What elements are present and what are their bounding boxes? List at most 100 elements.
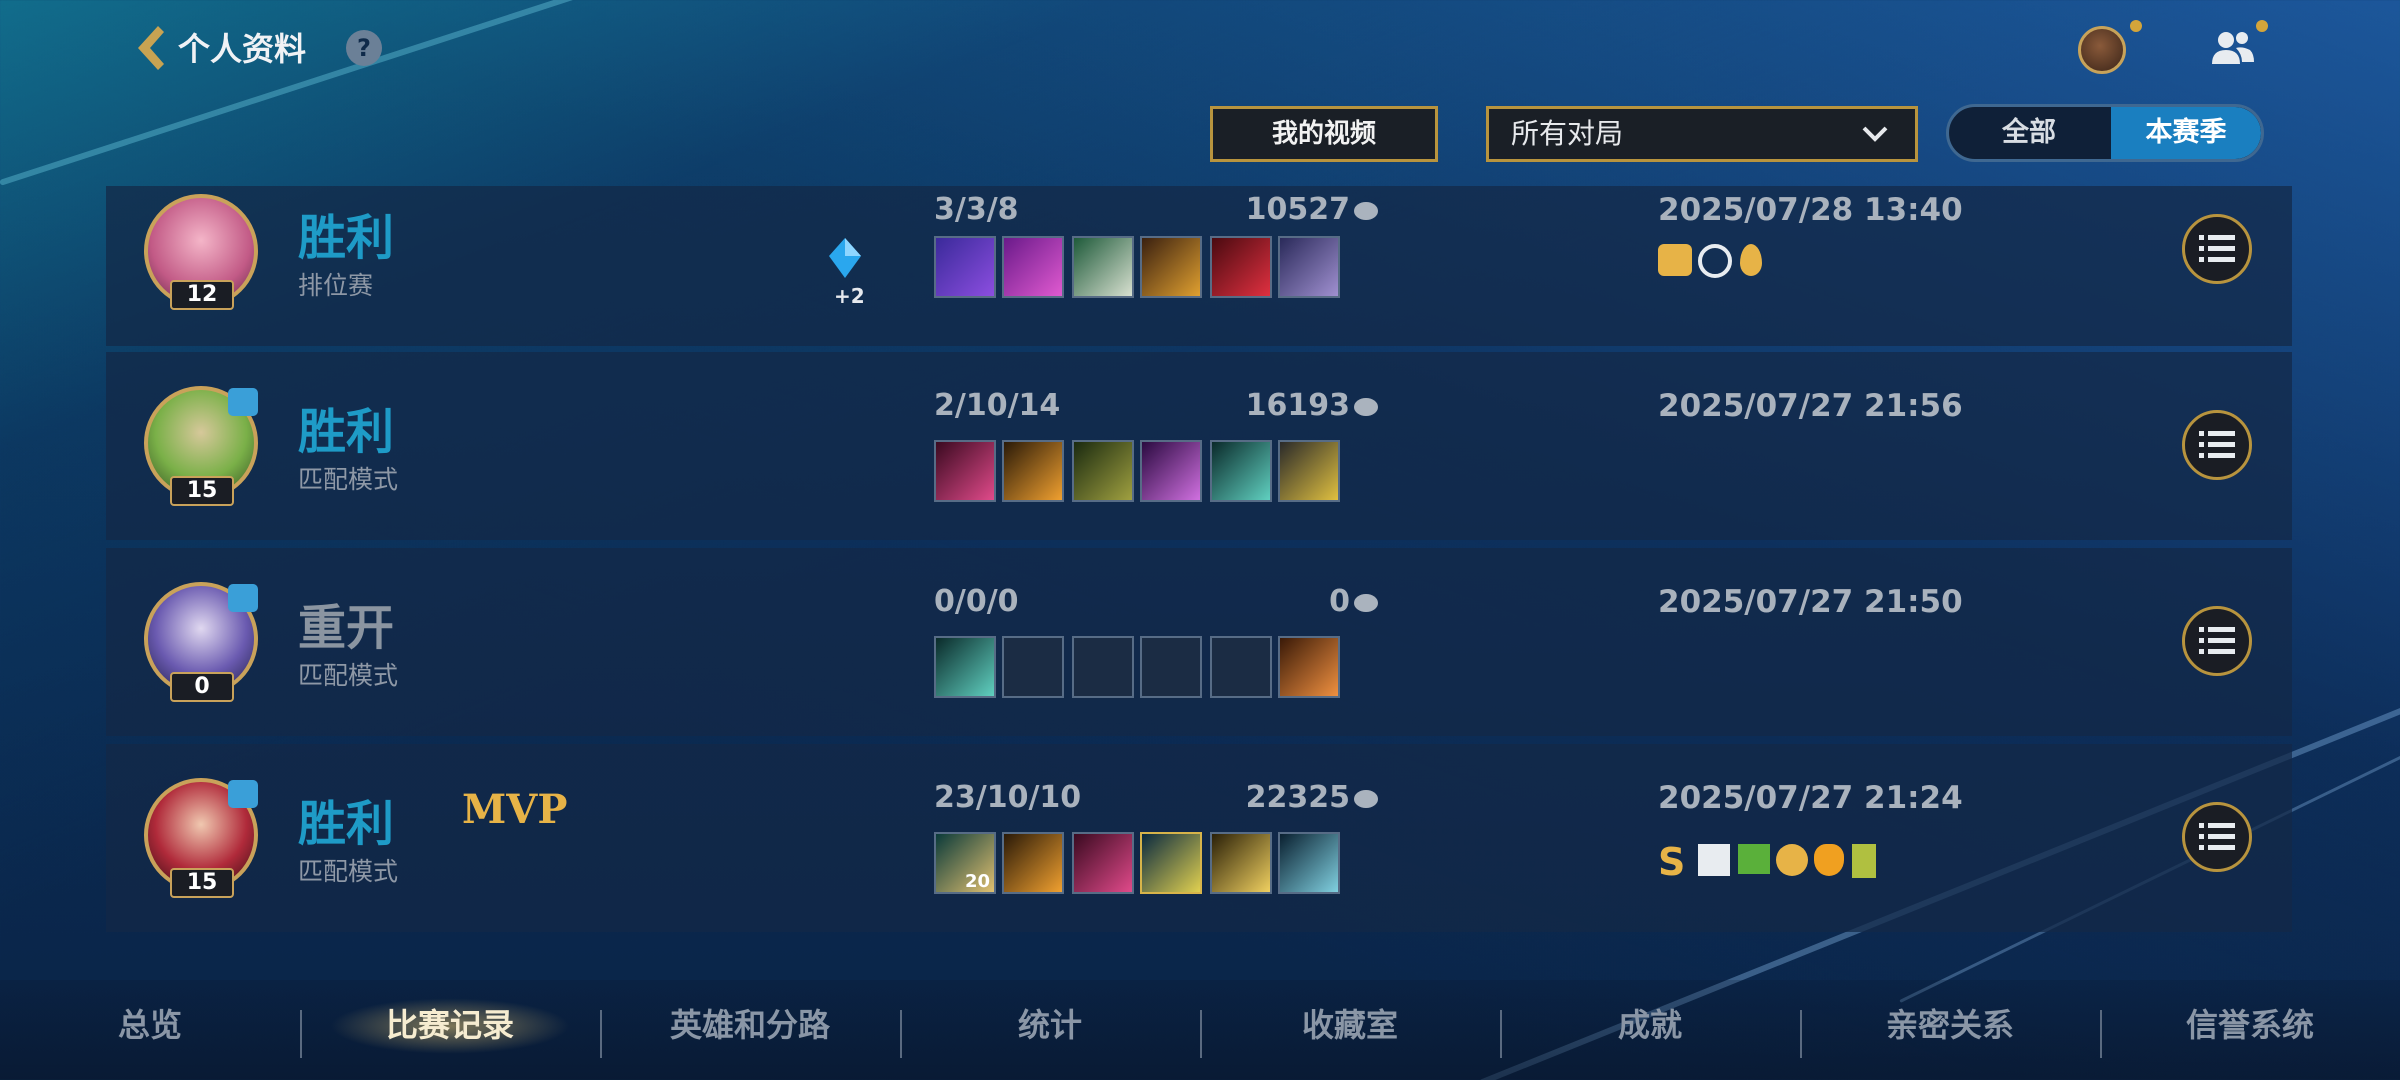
item-slot[interactable] (1278, 832, 1340, 894)
badge-icon (1776, 844, 1808, 876)
badge-icon (1852, 844, 1876, 878)
toggle-all[interactable]: 全部 (1949, 107, 2109, 159)
tab-stats[interactable]: 统计 (900, 1000, 1200, 1046)
champion-level: 0 (170, 672, 234, 702)
match-date: 2025/07/27 21:50 (1658, 584, 1963, 620)
list-icon (2199, 627, 2235, 654)
my-videos-button[interactable]: 我的视频 (1210, 106, 1438, 162)
toggle-this-season[interactable]: 本赛季 (2111, 107, 2261, 159)
party-icon (228, 780, 258, 808)
game-mode: 匹配模式 (298, 857, 399, 886)
match-row[interactable]: 12 胜利 排位赛 +2 3/3/8 10527 2025/07/28 13:4… (106, 186, 2292, 346)
tab-relationships[interactable]: 亲密关系 (1800, 1000, 2100, 1046)
mvp-badge: MVP (462, 786, 568, 833)
item-slot[interactable]: 20 (934, 832, 996, 894)
kda: 3/3/8 (934, 192, 1019, 227)
item-slot[interactable] (1210, 236, 1272, 298)
item-slot-empty[interactable] (1140, 636, 1202, 698)
gold-value: 22325 (1245, 780, 1350, 815)
badge-icon (1814, 844, 1844, 876)
friends-icon[interactable] (2210, 28, 2256, 68)
item-slot[interactable] (1002, 236, 1064, 298)
gold-value: 16193 (1245, 388, 1350, 423)
rank-gem-icon (829, 238, 861, 278)
item-slot[interactable] (1278, 636, 1340, 698)
back-button[interactable] (128, 22, 172, 74)
match-details-button[interactable] (2182, 214, 2252, 284)
page-title: 个人资料 (178, 30, 307, 68)
badge-icon: S (1658, 840, 1686, 884)
notification-dot (2130, 20, 2142, 32)
match-row[interactable]: 0 重开 匹配模式 0/0/0 0 2025/07/27 21:50 (106, 548, 2292, 736)
gold-icon (1354, 789, 1378, 808)
item-slot[interactable] (1140, 236, 1202, 298)
player-avatar[interactable] (2078, 26, 2126, 74)
match-row[interactable]: 15 胜利 匹配模式 2/10/14 16193 2025/07/27 21:5… (106, 352, 2292, 540)
item-slot[interactable] (1140, 832, 1202, 894)
gold-icon (1354, 593, 1378, 612)
party-icon (228, 584, 258, 612)
help-icon[interactable]: ? (346, 30, 382, 66)
item-slot-empty[interactable] (1072, 636, 1134, 698)
item-slot[interactable] (1210, 832, 1272, 894)
item-slot-empty[interactable] (1002, 636, 1064, 698)
badge-icon (1740, 244, 1762, 276)
gold-earned: 16193 (1176, 388, 1378, 423)
rank-points-change: +2 (834, 284, 865, 308)
match-date: 2025/07/27 21:56 (1658, 388, 1963, 424)
bottom-nav: 总览 比赛记录 英雄和分路 统计 收藏室 成就 亲密关系 信誉系统 (0, 980, 2400, 1080)
badge-icon (1698, 844, 1730, 876)
item-slot[interactable] (1140, 440, 1202, 502)
item-slot[interactable] (934, 236, 996, 298)
item-slot[interactable] (934, 440, 996, 502)
party-icon (228, 388, 258, 416)
chevron-left-icon (138, 26, 164, 70)
badge-icon (1738, 844, 1770, 874)
tab-overview[interactable]: 总览 (0, 1000, 300, 1046)
season-toggle[interactable]: 全部 本赛季 (1946, 104, 2264, 162)
gold-icon (1354, 201, 1378, 220)
tab-collection[interactable]: 收藏室 (1200, 1000, 1500, 1046)
match-result: 胜利 (298, 210, 395, 266)
game-mode: 排位赛 (298, 271, 374, 300)
item-stack-count: 20 (964, 871, 990, 892)
game-mode: 匹配模式 (298, 661, 399, 690)
gold-earned: 22325 (1176, 780, 1378, 815)
match-date: 2025/07/27 21:24 (1658, 780, 1963, 816)
match-details-button[interactable] (2182, 410, 2252, 480)
champion-level: 15 (170, 868, 234, 898)
item-slot[interactable] (1072, 236, 1134, 298)
badge-icon (1658, 244, 1692, 276)
tab-honor-system[interactable]: 信誉系统 (2100, 1000, 2400, 1046)
tab-achievements[interactable]: 成就 (1500, 1000, 1800, 1046)
gold-icon (1354, 397, 1378, 416)
match-result: 重开 (298, 600, 395, 656)
item-slot[interactable] (1278, 440, 1340, 502)
item-slot[interactable] (1072, 832, 1134, 894)
match-row[interactable]: 15 胜利 MVP 匹配模式 23/10/10 22325 20 2025/07… (106, 744, 2292, 932)
tab-match-history[interactable]: 比赛记录 (300, 1000, 600, 1046)
match-details-button[interactable] (2182, 802, 2252, 872)
gold-value: 10527 (1245, 192, 1350, 227)
kda: 2/10/14 (934, 388, 1061, 423)
item-slot[interactable] (1210, 440, 1272, 502)
gold-earned: 10527 (1176, 192, 1378, 227)
match-date: 2025/07/28 13:40 (1658, 192, 1963, 228)
match-result: 胜利 (298, 796, 395, 852)
list-icon (2199, 235, 2235, 262)
tab-champions-roles[interactable]: 英雄和分路 (600, 1000, 900, 1046)
gold-value: 0 (1329, 584, 1350, 619)
item-slot[interactable] (1072, 440, 1134, 502)
item-slot[interactable] (1002, 440, 1064, 502)
chevron-down-icon (1862, 126, 1888, 142)
item-slot[interactable] (1002, 832, 1064, 894)
kda: 0/0/0 (934, 584, 1019, 619)
match-filter-select[interactable]: 所有对局 (1486, 106, 1918, 162)
item-slot-empty[interactable] (1210, 636, 1272, 698)
item-slot[interactable] (1278, 236, 1340, 298)
item-slot[interactable] (934, 636, 996, 698)
champion-level: 12 (170, 280, 234, 310)
game-mode: 匹配模式 (298, 465, 399, 494)
match-details-button[interactable] (2182, 606, 2252, 676)
champion-level: 15 (170, 476, 234, 506)
